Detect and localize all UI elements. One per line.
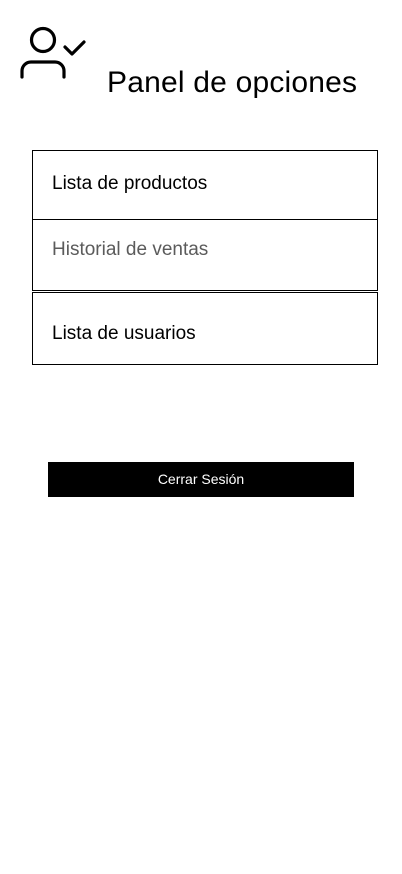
menu-item-label: Lista de productos — [52, 173, 208, 194]
menu-item-historial-ventas[interactable]: Historial de ventas — [32, 220, 378, 291]
user-check-icon — [20, 26, 86, 80]
logout-button[interactable]: Cerrar Sesión — [48, 462, 354, 497]
menu-item-usuarios[interactable]: Lista de usuarios — [32, 292, 378, 365]
menu-item-productos[interactable]: Lista de productos — [32, 150, 378, 220]
menu-item-label: Historial de ventas — [52, 239, 209, 260]
menu-item-label: Lista de usuarios — [52, 323, 196, 344]
page-title: Panel de opciones — [107, 66, 358, 99]
